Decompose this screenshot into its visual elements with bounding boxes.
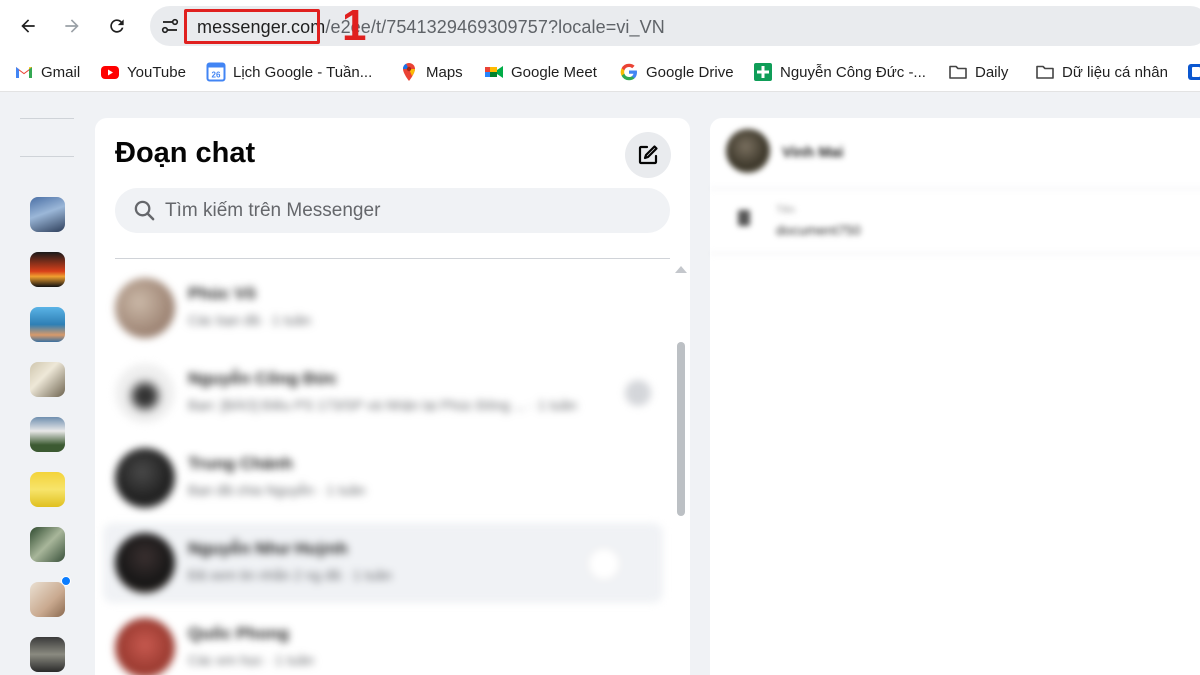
conversation-item[interactable]: Trung Chánh Bạn đã chia Nguyễn · 1 tuần — [103, 438, 663, 518]
reload-button[interactable] — [99, 8, 135, 44]
avatar — [115, 533, 175, 593]
new-message-button[interactable] — [625, 132, 671, 178]
bookmark-label: Google Meet — [511, 63, 597, 81]
scrollbar-thumb[interactable] — [677, 342, 685, 516]
back-button[interactable] — [10, 8, 46, 44]
conversation-preview: Đã xem tin nhắn 2 ng đã · 1 tuần — [188, 567, 392, 583]
community-icon[interactable] — [30, 637, 65, 672]
conversation-preview: Các em học · 1 tuần — [188, 652, 315, 668]
bookmark-folder-daily[interactable]: Daily — [948, 61, 1008, 83]
app-icon — [1188, 62, 1200, 82]
compose-icon — [638, 145, 658, 165]
more-options-button[interactable] — [587, 547, 621, 581]
forward-button[interactable] — [54, 8, 90, 44]
community-icon[interactable] — [30, 362, 65, 397]
seen-avatar — [625, 380, 651, 406]
conversation-preview: Bạn đã chia Nguyễn · 1 tuần — [188, 482, 366, 498]
google-calendar-icon: 26 — [206, 62, 226, 82]
annotation-highlight-box — [184, 9, 320, 44]
conversation-name: Nguyễn Như Huỳnh — [188, 539, 348, 558]
scroll-up-arrow-icon[interactable] — [675, 266, 687, 273]
site-info-icon — [161, 18, 179, 34]
url-path: /e2ee/t/7541329469309757?locale=vi_VN — [325, 17, 665, 37]
conversation-header: Vinh Mai — [710, 118, 1200, 189]
bookmark-label: Maps — [426, 63, 463, 81]
conversation-name: Nguyễn Công Đức — [188, 369, 338, 388]
browser-toolbar: messenger.com/e2ee/t/7541329469309757?lo… — [0, 0, 1200, 52]
avatar[interactable] — [726, 129, 770, 173]
bookmark-google-calendar[interactable]: 26 Lịch Google - Tuần... — [206, 61, 372, 83]
folder-icon — [948, 62, 968, 82]
bookmark-label: Dữ liệu cá nhân — [1062, 63, 1168, 81]
community-icon[interactable] — [30, 582, 65, 617]
bookmark-google-meet[interactable]: Google Meet — [484, 61, 597, 83]
list-divider — [115, 258, 670, 259]
community-icon[interactable] — [30, 307, 65, 342]
annotation-step-number: 1 — [342, 1, 367, 50]
conversation-item[interactable]: Phúc Võ Các bạn đã · 1 tuần — [103, 268, 663, 348]
bookmark-maps[interactable]: Maps — [399, 61, 463, 83]
search-input[interactable] — [165, 188, 645, 233]
community-icon[interactable] — [30, 252, 65, 287]
conversation-preview: Các bạn đã · 1 tuần — [188, 312, 311, 328]
community-rail — [0, 98, 95, 675]
conversation-panel: Vinh Mai Tên document750 — [710, 118, 1200, 675]
pinned-value: document750 — [776, 222, 861, 238]
contact-name[interactable]: Vinh Mai — [782, 144, 843, 161]
conversation-item[interactable]: Quốc Phong Các em học · 1 tuần — [103, 608, 663, 675]
google-meet-icon — [484, 62, 504, 82]
google-icon — [619, 62, 639, 82]
back-arrow-icon — [21, 19, 35, 33]
pinned-info[interactable]: Tên document750 — [710, 190, 1200, 254]
conversation-item[interactable]: Nguyễn Công Đức Bạn: [BÁO] Điều PS 173/S… — [103, 353, 663, 433]
page-title: Đoạn chat — [115, 137, 256, 169]
conversation-name: Quốc Phong — [188, 624, 290, 643]
messenger-app: Đoạn chat Phúc Võ Các bạn đã · 1 tuần Ng… — [0, 98, 1200, 675]
community-icon[interactable] — [30, 472, 65, 507]
rail-divider — [20, 118, 74, 119]
avatar — [115, 618, 175, 675]
avatar — [115, 278, 175, 338]
bookmark-overflow-app[interactable] — [1188, 61, 1200, 83]
bookmark-label: Lịch Google - Tuần... — [233, 63, 373, 81]
bookmark-label: Gmail — [41, 63, 81, 81]
bookmark-label: Daily — [975, 63, 1009, 81]
bookmark-youtube[interactable]: YouTube — [100, 61, 186, 83]
search-icon — [134, 200, 155, 221]
bookmark-label: YouTube — [127, 63, 186, 81]
avatar — [115, 448, 175, 508]
bookmark-label: Google Drive — [646, 63, 734, 81]
conversation-name: Trung Chánh — [188, 454, 293, 473]
pinned-label: Tên — [776, 204, 795, 216]
google-sheets-icon — [753, 62, 773, 82]
bookmark-folder-personal-data[interactable]: Dữ liệu cá nhân — [1035, 61, 1168, 83]
bookmarks-bar: Gmail YouTube 26 Lịch Google - Tuần... M… — [0, 52, 1200, 92]
chats-panel: Đoạn chat Phúc Võ Các bạn đã · 1 tuần Ng… — [95, 118, 690, 675]
rail-divider — [20, 156, 74, 157]
svg-text:26: 26 — [212, 71, 221, 80]
reload-icon — [110, 19, 124, 33]
google-maps-icon — [399, 62, 419, 82]
avatar — [115, 363, 175, 423]
forward-arrow-icon — [65, 19, 79, 33]
conversation-name: Phúc Võ — [188, 284, 257, 303]
bookmark-google-sheets[interactable]: Nguyễn Công Đức -... — [753, 61, 926, 83]
bookmark-google-drive[interactable]: Google Drive — [619, 61, 734, 83]
gmail-icon — [14, 62, 34, 82]
file-icon — [738, 210, 750, 226]
messenger-search[interactable] — [115, 188, 670, 233]
conversation-item[interactable]: Nguyễn Như Huỳnh Đã xem tin nhắn 2 ng đã… — [103, 523, 663, 603]
folder-icon — [1035, 62, 1055, 82]
youtube-icon — [100, 62, 120, 82]
community-icon[interactable] — [30, 417, 65, 452]
bookmark-label: Nguyễn Công Đức -... — [780, 63, 926, 81]
community-icon[interactable] — [30, 527, 65, 562]
site-info-button[interactable] — [158, 14, 182, 38]
conversation-preview: Bạn: [BÁO] Điều PS 173/SP và Nhận lại Ph… — [188, 397, 577, 413]
bookmark-gmail[interactable]: Gmail — [14, 61, 80, 83]
community-icon[interactable] — [30, 197, 65, 232]
unread-dot — [61, 576, 71, 586]
